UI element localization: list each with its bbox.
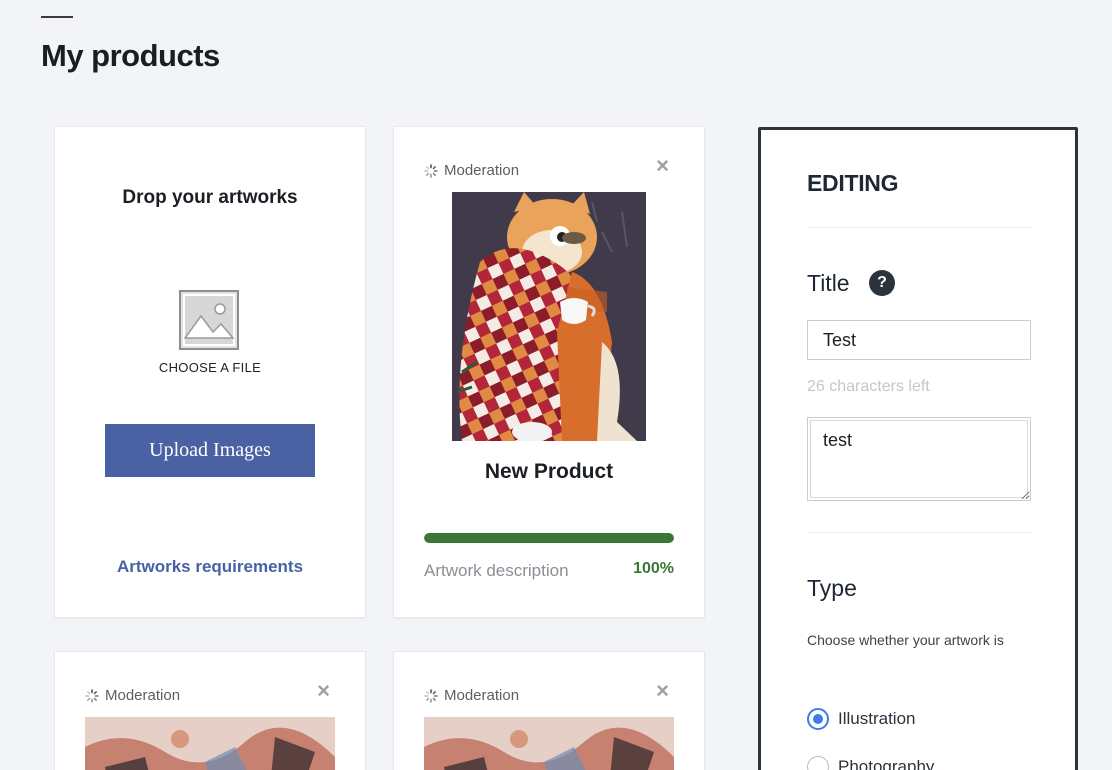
title-input[interactable]: [807, 320, 1031, 360]
description-progress-bar: [424, 533, 674, 543]
status-label: Moderation: [444, 162, 520, 179]
image-placeholder-icon[interactable]: [179, 290, 239, 350]
radio-button-checked[interactable]: [807, 708, 829, 730]
artworks-requirements-link[interactable]: Artworks requirements: [55, 557, 365, 577]
editing-heading: EDITING: [807, 170, 899, 196]
close-icon[interactable]: ×: [656, 680, 669, 702]
radio-illustration[interactable]: Illustration: [807, 708, 915, 730]
page-title: My products: [41, 38, 220, 73]
moderation-status: Moderation: [424, 687, 519, 704]
progress-label: Artwork description: [424, 561, 569, 580]
product-artwork-image[interactable]: [424, 717, 674, 770]
status-label: Moderation: [105, 687, 181, 704]
radio-photography[interactable]: Photography: [807, 756, 934, 770]
progress-value: 100%: [633, 560, 674, 577]
spinner-icon: [85, 688, 99, 703]
divider: [807, 532, 1032, 533]
characters-left: 26 characters left: [807, 378, 930, 395]
product-name: New Product: [484, 460, 614, 483]
title-label: Title: [807, 270, 850, 296]
radio-label: Photography: [838, 757, 935, 770]
product-artwork-image[interactable]: [85, 717, 335, 770]
upload-card[interactable]: Drop your artworks CHOOSE A FILE Upload …: [54, 126, 366, 618]
choose-file-label[interactable]: CHOOSE A FILE: [55, 360, 365, 375]
radio-button[interactable]: [807, 756, 829, 770]
product-card[interactable]: Moderation ×: [54, 651, 366, 770]
top-rule: [41, 16, 73, 18]
moderation-status: Moderation: [85, 687, 180, 704]
spinner-icon: [424, 688, 438, 703]
progress-fill: [424, 533, 674, 543]
close-icon[interactable]: ×: [317, 680, 330, 702]
editing-panel: EDITING Title ? 26 characters left test …: [758, 127, 1078, 770]
type-label: Type: [807, 575, 857, 601]
product-card[interactable]: Moderation × New Product Artwork descrip…: [393, 126, 705, 618]
type-hint: Choose whether your artwork is: [807, 632, 1004, 648]
spinner-icon: [424, 163, 438, 178]
help-icon[interactable]: ?: [869, 270, 895, 296]
description-textarea[interactable]: test: [807, 417, 1031, 501]
moderation-status: Moderation: [424, 162, 519, 179]
product-artwork-image[interactable]: [452, 192, 646, 441]
upload-images-button[interactable]: Upload Images: [105, 424, 315, 477]
divider: [807, 227, 1032, 228]
status-label: Moderation: [444, 687, 520, 704]
drop-artworks-title: Drop your artworks: [122, 187, 298, 208]
product-card[interactable]: Moderation ×: [393, 651, 705, 770]
radio-label: Illustration: [838, 709, 916, 728]
close-icon[interactable]: ×: [656, 155, 669, 177]
